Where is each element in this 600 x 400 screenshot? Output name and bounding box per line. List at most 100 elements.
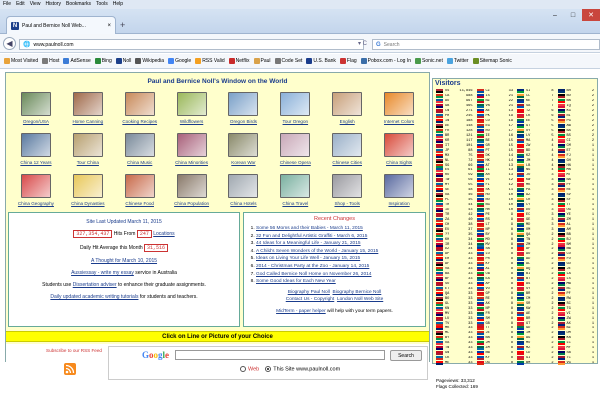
topic-thumbnail[interactable] xyxy=(20,133,51,157)
bookmark-8[interactable]: Netflix xyxy=(227,58,252,64)
topic-thumbnail[interactable] xyxy=(72,174,103,198)
thought-link[interactable]: A Thought for March 10, 2015 xyxy=(11,258,237,264)
google-search-input[interactable] xyxy=(175,350,385,360)
topic-label[interactable]: Home Canning xyxy=(72,119,103,124)
browser-tab[interactable]: N Paul and Bernice Noll Web... × xyxy=(6,16,116,34)
site-option[interactable]: This Site www.paulnoll.com xyxy=(265,366,340,372)
topic-thumbnail[interactable] xyxy=(124,133,155,157)
topic-tile[interactable]: China Hotels xyxy=(218,172,270,212)
topic-label[interactable]: China Minorities xyxy=(175,160,208,165)
bookmark-16[interactable]: Sitemap Sonic xyxy=(471,58,514,64)
topic-tile[interactable]: English xyxy=(321,90,373,130)
rss-subscribe-text[interactable]: Subscribe to our RSS Feed xyxy=(44,348,104,354)
topic-thumbnail[interactable] xyxy=(332,92,363,116)
dissertation-link[interactable]: Dissertation adviser xyxy=(73,282,117,288)
topic-label[interactable]: China Dynasties xyxy=(71,201,104,206)
google-search-button[interactable]: Search xyxy=(390,350,422,361)
bookmark-3[interactable]: Bing xyxy=(93,58,114,64)
bookmark-11[interactable]: U.S. Bank xyxy=(304,58,338,64)
topic-thumbnail[interactable] xyxy=(176,174,207,198)
aussiessay-link[interactable]: Aussiessay - write my essay xyxy=(71,270,134,276)
topic-tile[interactable]: Tour China xyxy=(62,131,114,171)
bookmark-13[interactable]: Pobox.com - Log In xyxy=(359,58,413,64)
topic-label[interactable]: Shop - Tools xyxy=(334,201,359,206)
radio-site-icon[interactable] xyxy=(265,366,272,372)
recent-item-link[interactable]: 2014 - Christmas Party at the Zoo - Janu… xyxy=(256,264,369,269)
menu-item-history[interactable]: History xyxy=(45,1,61,8)
minimize-icon[interactable]: – xyxy=(546,9,564,21)
topic-label[interactable]: Inspiration xyxy=(388,201,409,206)
bookmark-4[interactable]: Noll xyxy=(114,58,134,64)
topic-tile[interactable]: Shop - Tools xyxy=(321,172,373,212)
topic-label[interactable]: China Geography xyxy=(18,201,54,206)
midterm-link[interactable]: MidTerm - paper helper xyxy=(276,309,326,314)
topic-tile[interactable]: China Sights xyxy=(373,131,425,171)
recent-item-link[interactable]: A Child's Seven Wonders of the World - J… xyxy=(256,249,378,254)
topic-label[interactable]: Chinese Opera xyxy=(280,160,311,165)
menu-item-file[interactable]: File xyxy=(3,1,11,8)
topic-tile[interactable]: Chinese Food xyxy=(114,172,166,212)
topic-thumbnail[interactable] xyxy=(280,133,311,157)
close-window-icon[interactable]: ✕ xyxy=(582,9,600,21)
topic-thumbnail[interactable] xyxy=(124,92,155,116)
bookmark-5[interactable]: Wikipedia xyxy=(133,58,166,64)
topic-thumbnail[interactable] xyxy=(72,133,103,157)
topic-tile[interactable]: China Travel xyxy=(269,172,321,212)
locations-link[interactable]: Locations xyxy=(153,231,174,237)
topic-tile[interactable]: Chinese Opera xyxy=(269,131,321,171)
topic-thumbnail[interactable] xyxy=(332,133,363,157)
topic-tile[interactable]: China Geography xyxy=(10,172,62,212)
topic-thumbnail[interactable] xyxy=(20,92,51,116)
topic-tile[interactable]: Tour Oregon xyxy=(269,90,321,130)
recent-item-link[interactable]: Some Good Ideas for Each New Year xyxy=(256,279,336,284)
topic-thumbnail[interactable] xyxy=(176,133,207,157)
topic-thumbnail[interactable] xyxy=(228,174,259,198)
topic-label[interactable]: Oregon/USA xyxy=(23,119,49,124)
menu-item-edit[interactable]: Edit xyxy=(16,1,25,8)
back-button[interactable]: ◀ xyxy=(3,37,16,50)
topic-label[interactable]: China Hotels xyxy=(230,201,256,206)
topic-label[interactable]: Chinese Cities xyxy=(332,160,362,165)
topic-thumbnail[interactable] xyxy=(72,92,103,116)
topic-label[interactable]: English xyxy=(340,119,355,124)
bookmark-1[interactable]: Host xyxy=(40,58,61,64)
topic-label[interactable]: China Music xyxy=(127,160,152,165)
bookmark-9[interactable]: Paul xyxy=(252,58,273,64)
topic-thumbnail[interactable] xyxy=(176,92,207,116)
topic-label[interactable]: Tour Oregon xyxy=(283,119,309,124)
web-option[interactable]: Web xyxy=(240,366,259,372)
topic-thumbnail[interactable] xyxy=(124,174,155,198)
topic-tile[interactable]: Home Canning xyxy=(62,90,114,130)
topic-label[interactable]: China Travel xyxy=(282,201,308,206)
topic-tile[interactable]: China Music xyxy=(114,131,166,171)
topic-tile[interactable]: China Population xyxy=(166,172,218,212)
topic-thumbnail[interactable] xyxy=(20,174,51,198)
bookmark-14[interactable]: Sonic.net xyxy=(413,58,445,64)
topic-label[interactable]: Cooking Recipes xyxy=(122,119,157,124)
bio-bernice-link[interactable]: Biography Bernice Noll xyxy=(333,290,382,295)
topic-thumbnail[interactable] xyxy=(384,133,415,157)
bookmark-12[interactable]: Flag xyxy=(338,58,359,64)
maximize-icon[interactable]: □ xyxy=(564,9,582,21)
topic-thumbnail[interactable] xyxy=(280,174,311,198)
topic-tile[interactable]: Korean War xyxy=(218,131,270,171)
menu-item-view[interactable]: View xyxy=(30,1,41,8)
topic-label[interactable]: China Sights xyxy=(386,160,412,165)
bookmark-15[interactable]: Twitter xyxy=(445,58,471,64)
url-bar[interactable]: 🌐 www.paulnoll.com xyxy=(19,39,364,50)
recent-item-link[interactable]: 32 Fun and Delightful Artistic Graffiti … xyxy=(256,234,367,239)
topic-label[interactable]: Korean War xyxy=(231,160,255,165)
bookmark-6[interactable]: Google xyxy=(166,58,193,64)
topic-thumbnail[interactable] xyxy=(384,92,415,116)
bookmark-7[interactable]: RSS Valid xyxy=(193,58,226,64)
topic-label[interactable]: Oregon Birds xyxy=(230,119,257,124)
topic-label[interactable]: Tour China xyxy=(77,160,99,165)
radio-web-icon[interactable] xyxy=(240,366,246,372)
topic-tile[interactable]: Oregon Birds xyxy=(218,90,270,130)
topic-tile[interactable]: Internet Colors xyxy=(373,90,425,130)
menu-item-tools[interactable]: Tools xyxy=(96,1,108,8)
topic-label[interactable]: Chinese Food xyxy=(125,201,154,206)
search-input[interactable]: G Search xyxy=(372,39,600,50)
rss-icon[interactable] xyxy=(64,363,76,375)
topic-tile[interactable]: China 12 Years xyxy=(10,131,62,171)
